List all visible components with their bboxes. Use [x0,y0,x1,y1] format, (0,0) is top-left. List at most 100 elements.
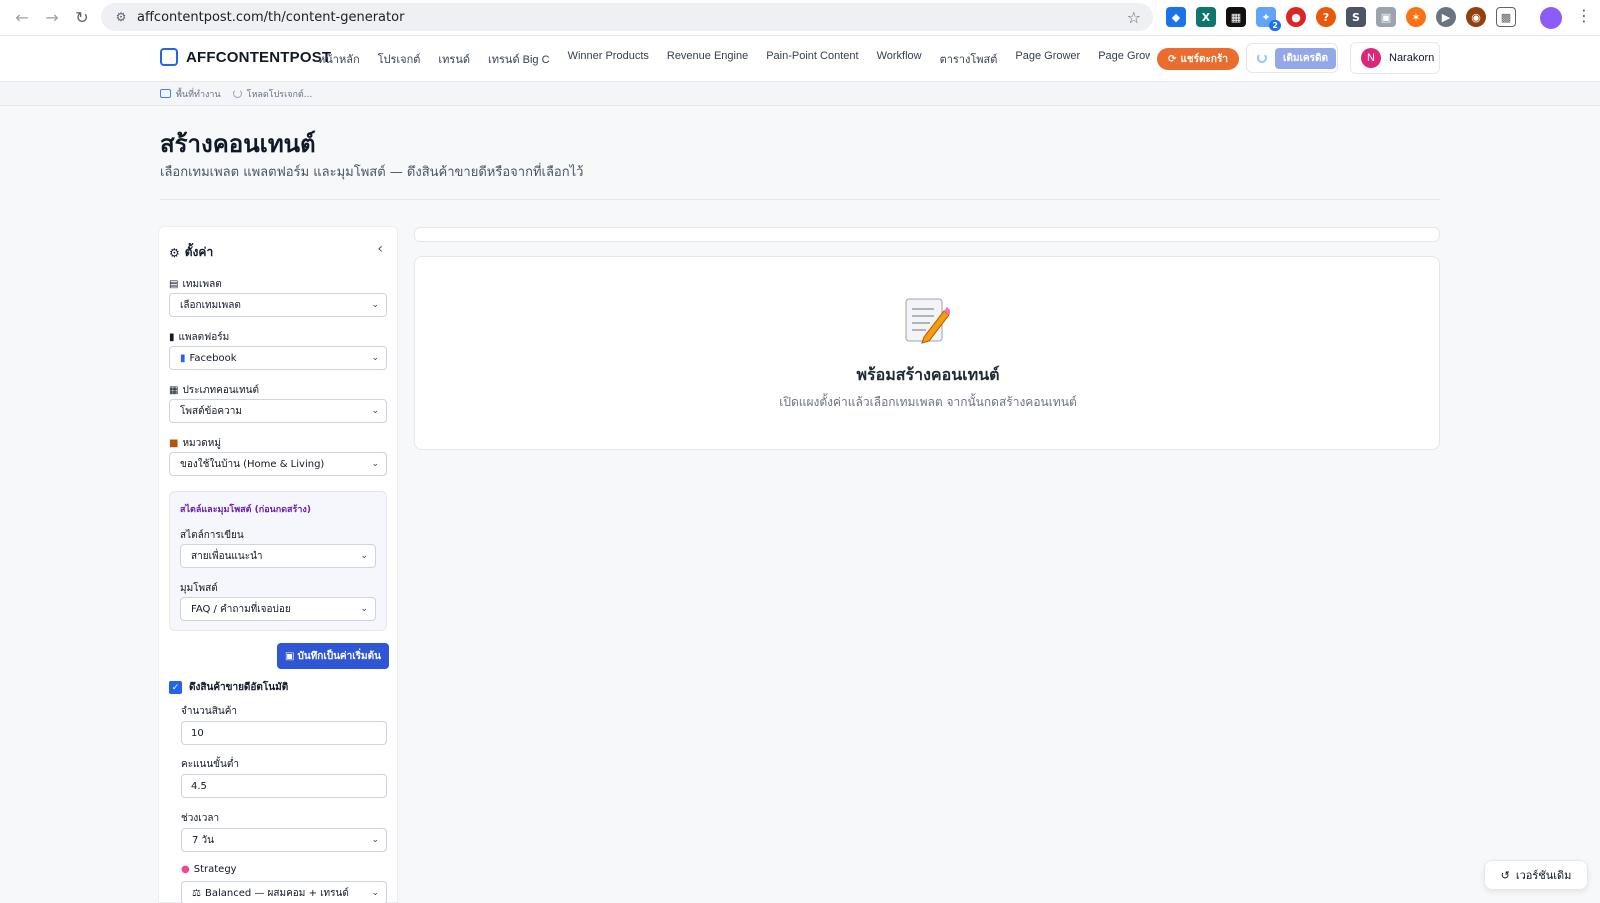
post-angle-label-text: มุมโพสต์ [180,583,218,594]
auto-fetch-checkbox-row[interactable]: ✓ ดึงสินค้าขายดีอัตโนมัติ [169,680,288,695]
category-label-text: หมวดหมู่ [182,438,221,449]
xi-extension-icon[interactable]: X [1196,7,1216,27]
period-select[interactable]: 7 วัน ⌄ [181,828,387,852]
ready-title: พร้อมสร้างคอนเทนต์ [856,365,1000,384]
platform-label-text: แพลตฟอร์ม [178,332,230,343]
package-icon: ■ [169,438,179,449]
min-rating-input[interactable]: 4.5 [181,774,387,798]
nav-item-workflow[interactable]: Workflow [877,50,922,68]
post-angle-select-value: FAQ / คำถามที่เจอบ่อย [191,603,291,615]
content-type-select-value: โพสต์ข้อความ [180,405,242,417]
user-menu[interactable]: N Narakorn [1350,42,1440,74]
platform-label: ▮ แพลตฟอร์ม [169,330,229,345]
nav-item-page-grower-ai[interactable]: Page Grower + AI [1098,50,1150,68]
help-extension-icon[interactable]: ? [1316,7,1336,27]
share-cart-button[interactable]: ⟳ แชร์ตะกร้า [1157,48,1239,70]
heading-divider [160,199,1440,200]
nav-item-trends[interactable]: เทรนด์ [438,50,470,68]
writing-style-label: สไตล์การเขียน [180,528,244,543]
s-extension-icon[interactable]: S [1346,7,1366,27]
settings-title: ตั้งค่า [184,245,214,259]
writing-style-select[interactable]: สายเพื่อนแนะนำ ⌄ [180,544,376,568]
template-select-value: เลือกเทมเพลต [180,299,241,311]
grid-extension-icon[interactable]: ▦ [1226,7,1246,27]
cookie-extension-icon[interactable]: ◉ [1466,7,1486,27]
strategy-select[interactable]: ⚖ Balanced — ผสมคอม + เทรนด์ ⌄ [181,881,387,903]
main-nav: หน้าหลัก โปรเจกต์ เทรนด์ เทรนด์ Big C Wi… [318,50,1150,68]
save-default-label: บันทึกเป็นค่าเริ่มต้น [297,650,381,662]
url-text: affcontentpost.com/th/content-generator [137,9,405,25]
back-icon[interactable]: ← [12,8,32,28]
nav-item-page-grower[interactable]: Page Grower [1015,50,1080,68]
nav-item-pain-point-content[interactable]: Pain-Point Content [766,50,858,68]
sparkle-extension-icon[interactable]: ✦ 2 [1256,7,1281,31]
document-icon: ▦ [169,385,179,396]
strategy-select-value: Balanced — ผสมคอม + เทรนด์ [204,887,349,899]
nav-item-winner-products[interactable]: Winner Products [568,50,649,68]
period-label: ช่วงเวลา [181,813,220,824]
gear-icon: ⚙ [169,245,180,260]
breadcrumb-workspace[interactable]: พื้นที่ทำงาน [160,87,221,101]
bookmark-star-icon[interactable]: ☆ [1127,8,1141,27]
save-default-button[interactable]: ▣ บันทึกเป็นค่าเริ่มต้น [277,643,389,669]
burst-extension-icon[interactable]: ✶ [1406,7,1426,27]
platform-select[interactable]: ▮ Facebook ⌄ [169,346,387,370]
post-angle-label: มุมโพสต์ [180,581,218,596]
phone-icon: ▮ [169,332,175,343]
nav-item-revenue-engine[interactable]: Revenue Engine [667,50,748,68]
page-subtitle: เลือกเทมเพลต แพลตฟอร์ม และมุมโพสต์ — ดึง… [160,165,584,180]
template-label: ▤ เทมเพลต [169,277,222,292]
chevron-down-icon: ⌄ [360,604,368,614]
nav-item-home[interactable]: หน้าหลัก [318,50,360,68]
post-angle-select[interactable]: FAQ / คำถามที่เจอบ่อย ⌄ [180,597,376,621]
puzzle-extensions-icon[interactable]: ▩ [1496,7,1516,27]
ready-card: พร้อมสร้างคอนเทนต์ เปิดแผงตั้งค่าแล้วเลื… [414,256,1440,450]
camera-extension-icon[interactable]: ▣ [1376,7,1396,27]
brand-logo[interactable]: AFFCONTENTPOST [160,48,331,66]
share-icon: ⟳ [1168,53,1177,65]
nav-item-trends-big-c[interactable]: เทรนด์ Big C [488,50,550,68]
nav-item-post-schedule[interactable]: ตารางโพสต์ [940,50,998,68]
top-up-credit-button[interactable]: เติมเครดิต [1275,47,1336,69]
chevron-down-icon: ⌄ [371,300,379,310]
extensions-bar: ◆ X ▦ ✦ 2 ● ? S ▣ ✶ ▶ ◉ ▩ [1166,7,1516,31]
avatar: N [1361,48,1381,68]
browser-profile-icon[interactable] [1540,7,1562,29]
history-icon: ↺ [1500,868,1510,882]
template-select[interactable]: เลือกเทมเพลต ⌄ [169,293,387,317]
content-type-select[interactable]: โพสต์ข้อความ ⌄ [169,399,387,423]
play-extension-icon[interactable]: ▶ [1436,7,1456,27]
app-header: AFFCONTENTPOST หน้าหลัก โปรเจกต์ เทรนด์ … [0,36,1600,82]
legacy-version-button[interactable]: ↺ เวอร์ชันเดิม [1484,860,1588,890]
forward-icon[interactable]: → [42,8,62,28]
browser-toolbar: ← → ↻ ⚙ affcontentpost.com/th/content-ge… [0,0,1600,36]
nav-item-projects[interactable]: โปรเจกต์ [378,50,421,68]
settings-header: ⚙ ตั้งค่า [169,243,213,262]
breadcrumb: พื้นที่ทำงาน โหลดโปรเจกต์... [0,82,1600,106]
collapse-panel-icon[interactable]: ‹ [377,241,383,257]
extension-badge: 2 [1269,20,1281,31]
browser-menu-icon[interactable]: ⋮ [1576,6,1592,25]
style-box-title: สไตล์และมุมโพสต์ (ก่อนกดสร้าง) [180,505,311,515]
min-rating-label: คะแนนขั้นต่ำ [181,759,239,770]
period-select-value: 7 วัน [192,834,214,846]
top-status-strip [414,227,1440,242]
legacy-version-label: เวอร์ชันเดิม [1515,869,1572,882]
tag-extension-icon[interactable]: ◆ [1166,7,1186,27]
loading-icon [232,89,242,98]
content-type-label-text: ประเภทคอนเทนต์ [182,385,260,396]
auto-fetch-label: ดึงสินค้าขายดีอัตโนมัติ [189,682,289,693]
category-select[interactable]: ของใช้ในบ้าน (Home & Living) ⌄ [169,452,387,476]
reload-icon[interactable]: ↻ [72,8,92,28]
ufo-extension-icon[interactable]: ● [1286,7,1306,27]
facebook-book-icon: ▮ [180,352,186,364]
content-type-label: ▦ ประเภทคอนเทนต์ [169,383,259,398]
site-settings-icon[interactable]: ⚙ [113,9,129,25]
product-count-input[interactable]: 10 [181,721,387,745]
breadcrumb-project-loading: โหลดโปรเจกต์... [232,87,312,101]
auto-fetch-checkbox[interactable]: ✓ [169,681,182,694]
user-name: Narakorn [1389,52,1435,64]
strategy-label: ● Strategy [181,864,237,875]
address-bar[interactable]: ⚙ affcontentpost.com/th/content-generato… [101,3,1153,31]
browser-nav-buttons: ← → ↻ [0,8,100,28]
